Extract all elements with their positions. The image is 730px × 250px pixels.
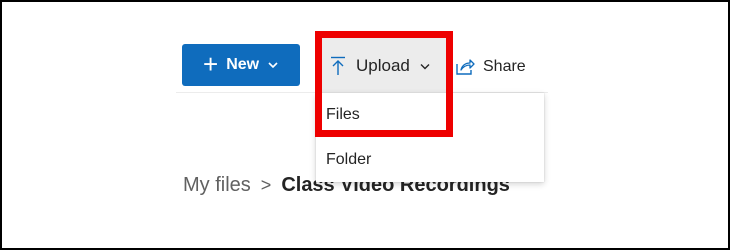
upload-arrow-icon	[331, 56, 345, 75]
menu-item-files[interactable]: Files	[316, 93, 544, 137]
upload-button-label: Upload	[356, 56, 410, 75]
breadcrumb-root-link[interactable]: My files	[183, 174, 251, 197]
chevron-down-icon	[420, 63, 430, 69]
plus-icon: +	[203, 49, 219, 79]
new-button[interactable]: + New	[182, 44, 300, 86]
upload-dropdown-menu: Files Folder	[316, 93, 544, 182]
breadcrumb-separator: >	[260, 175, 272, 195]
share-button-label: Share	[483, 58, 526, 75]
upload-button[interactable]: Upload	[318, 38, 448, 94]
share-icon	[456, 59, 475, 75]
menu-item-folder[interactable]: Folder	[316, 138, 544, 182]
chevron-down-icon	[268, 62, 278, 69]
share-button[interactable]: Share	[455, 54, 526, 80]
new-button-label: New	[226, 56, 260, 73]
